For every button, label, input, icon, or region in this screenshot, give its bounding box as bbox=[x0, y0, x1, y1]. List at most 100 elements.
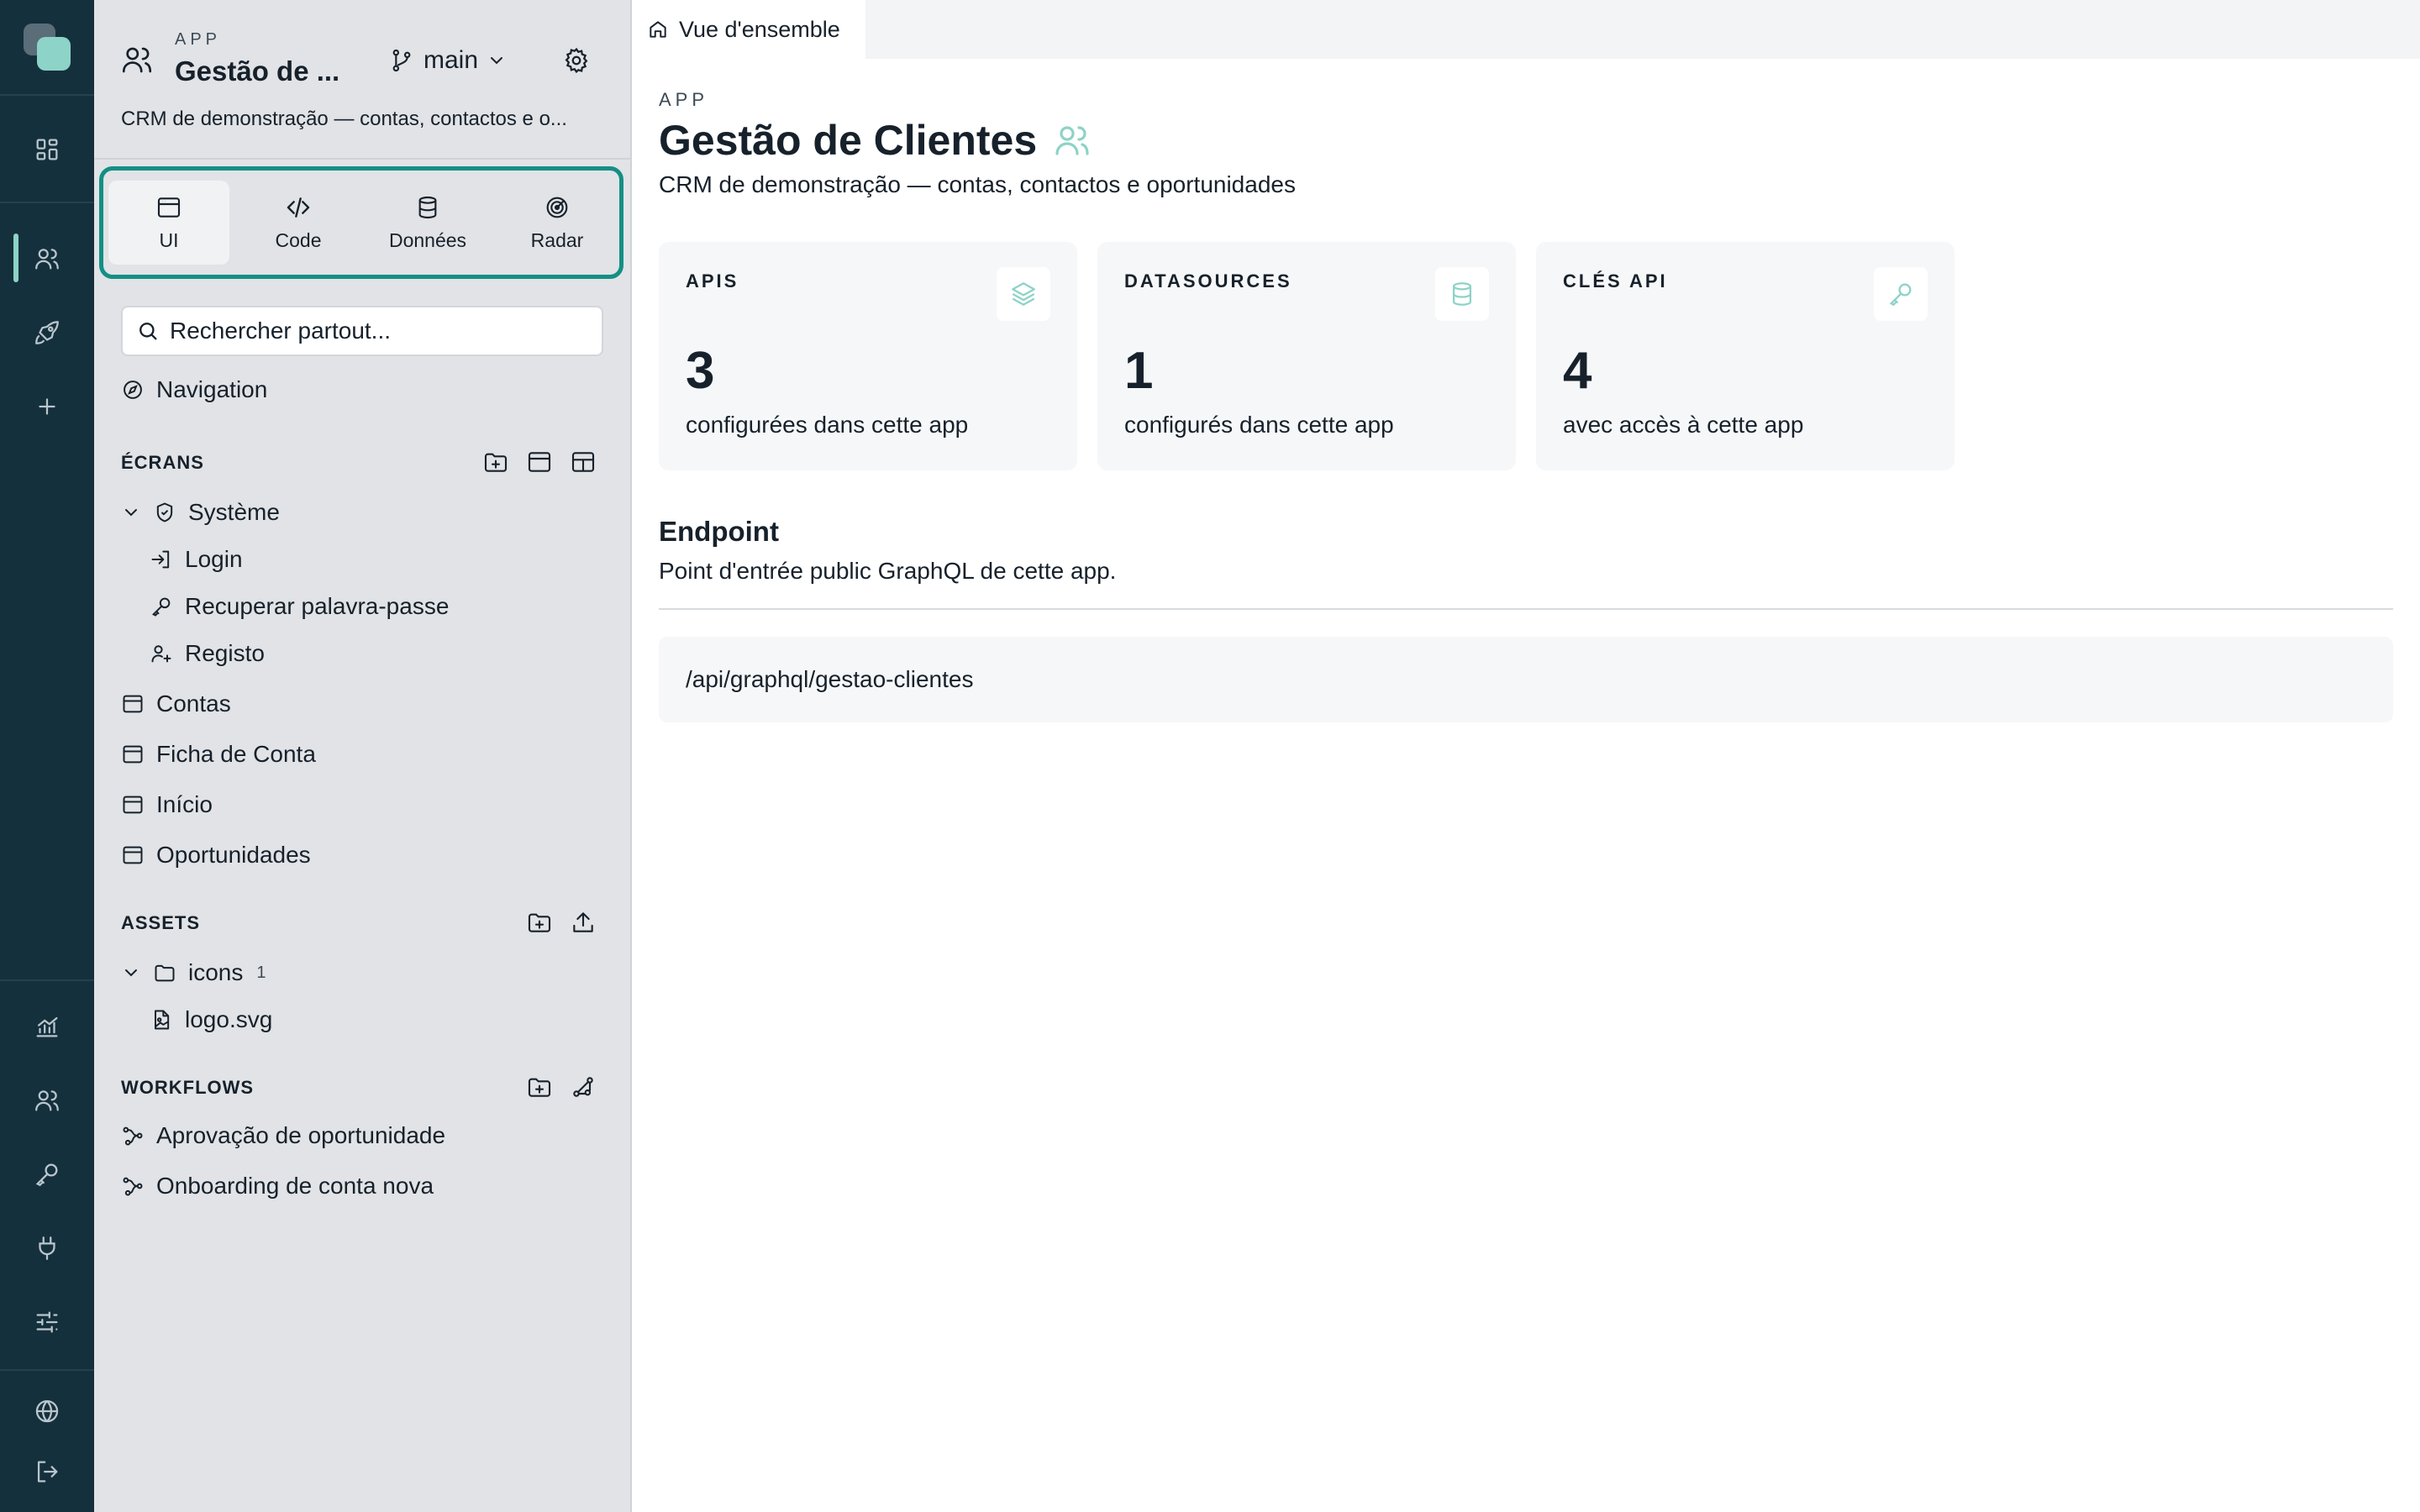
workflow-label: Onboarding de conta nova bbox=[156, 1173, 434, 1199]
app-rail bbox=[0, 0, 94, 1512]
logo[interactable] bbox=[24, 24, 71, 71]
screen-label: Oportunidades bbox=[156, 842, 311, 868]
rail-divider bbox=[0, 979, 94, 981]
screen-item-ficha-de-conta[interactable]: Ficha de Conta bbox=[121, 741, 316, 768]
stat-card-value: 4 bbox=[1563, 342, 1592, 400]
screen-item-oportunidades[interactable]: Oportunidades bbox=[121, 842, 311, 869]
screens-section-title: ÉCRANS bbox=[121, 452, 204, 473]
rail-active-indicator bbox=[13, 234, 18, 282]
workflow-item-aprovacao[interactable]: Aprovação de oportunidade bbox=[121, 1122, 445, 1149]
tab-code[interactable]: Code bbox=[238, 181, 359, 265]
stat-card-apis[interactable]: APIS 3 configurées dans cette app bbox=[659, 242, 1077, 470]
screen-item-contas[interactable]: Contas bbox=[121, 690, 231, 717]
tab-label: Radar bbox=[530, 228, 584, 251]
workflow-icon[interactable] bbox=[570, 1074, 597, 1100]
tab-ui[interactable]: UI bbox=[108, 181, 229, 265]
search-input[interactable] bbox=[170, 318, 590, 344]
folder-label: icons bbox=[188, 959, 244, 985]
radar-icon bbox=[546, 197, 568, 218]
new-folder-icon[interactable] bbox=[482, 449, 509, 475]
key-icon bbox=[151, 597, 171, 617]
navigation-item[interactable]: Navigation bbox=[121, 376, 267, 403]
chevron-down-icon bbox=[491, 57, 503, 65]
screen-item-login[interactable]: Login bbox=[150, 546, 243, 573]
workflows-toolbar bbox=[526, 1074, 597, 1100]
page-title-row: Gestão de Clientes bbox=[659, 116, 1092, 165]
stat-card-value: 1 bbox=[1124, 342, 1154, 400]
folder-count-badge: 1 bbox=[256, 963, 266, 982]
page-kicker: APP bbox=[659, 89, 709, 110]
stat-card-label: DATASOURCES bbox=[1124, 270, 1292, 291]
rocket-icon[interactable] bbox=[24, 309, 71, 356]
stat-card-label: APIS bbox=[686, 270, 739, 291]
workflow-label: Aprovação de oportunidade bbox=[156, 1122, 446, 1148]
screen-label: Recuperar palavra-passe bbox=[185, 593, 450, 619]
tab-radar[interactable]: Radar bbox=[497, 181, 618, 265]
chevron-down-icon bbox=[125, 969, 137, 977]
view-tabs: UI Code Données Radar bbox=[99, 166, 623, 279]
tab-label: Données bbox=[388, 228, 467, 251]
screen-icon bbox=[123, 795, 143, 814]
new-screen-icon[interactable] bbox=[526, 449, 553, 475]
endpoint-divider bbox=[659, 608, 2393, 610]
chevron-down-icon bbox=[125, 509, 137, 517]
stat-card-label: CLÉS API bbox=[1563, 270, 1668, 291]
rail-divider bbox=[0, 1369, 94, 1371]
endpoint-subtitle: Point d'entrée public GraphQL de cette a… bbox=[659, 558, 1117, 584]
tab-overview[interactable]: Vue d'ensemble bbox=[632, 0, 865, 59]
endpoint-path[interactable]: /api/graphql/gestao-clientes bbox=[659, 637, 2393, 722]
new-folder-icon[interactable] bbox=[526, 909, 553, 936]
workflow-item-onboarding[interactable]: Onboarding de conta nova bbox=[121, 1173, 434, 1200]
sliders-icon[interactable] bbox=[24, 1299, 71, 1346]
upload-icon[interactable] bbox=[570, 909, 597, 936]
layout-icon[interactable] bbox=[570, 449, 597, 475]
database-icon bbox=[418, 196, 437, 218]
analytics-icon[interactable] bbox=[24, 1003, 71, 1050]
screen-label: Ficha de Conta bbox=[156, 741, 316, 767]
screen-label: Login bbox=[185, 546, 243, 572]
screen-label: Contas bbox=[156, 690, 231, 717]
tab-label: UI bbox=[159, 228, 179, 251]
dashboard-icon[interactable] bbox=[24, 126, 71, 173]
stat-card-caption: configurées dans cette app bbox=[686, 412, 969, 438]
add-icon[interactable] bbox=[24, 383, 71, 430]
gear-icon[interactable] bbox=[558, 42, 595, 79]
window-icon bbox=[157, 197, 181, 218]
branch-name: main bbox=[424, 46, 479, 74]
user-plus-icon bbox=[151, 645, 171, 663]
screen-item-inicio[interactable]: Início bbox=[121, 791, 213, 818]
tab-donnees[interactable]: Données bbox=[367, 181, 488, 265]
app-name[interactable]: Gestão de ... bbox=[175, 55, 339, 87]
group-label: Système bbox=[188, 499, 280, 525]
branch-selector[interactable]: main bbox=[388, 42, 507, 79]
tab-label: Code bbox=[275, 228, 322, 251]
workflows-section-title: WORKFLOWS bbox=[121, 1077, 255, 1098]
stat-card-datasources[interactable]: DATASOURCES 1 configurés dans cette app bbox=[1097, 242, 1516, 470]
screen-item-recuperar[interactable]: Recuperar palavra-passe bbox=[150, 593, 449, 620]
plug-icon[interactable] bbox=[24, 1225, 71, 1272]
key-icon bbox=[1874, 267, 1928, 321]
stat-card-caption: avec accès à cette app bbox=[1563, 412, 1804, 438]
stat-card-api-keys[interactable]: CLÉS API 4 avec accès à cette app bbox=[1536, 242, 1954, 470]
globe-icon[interactable] bbox=[24, 1388, 71, 1435]
shield-icon bbox=[156, 502, 173, 522]
workflow-icon bbox=[123, 1126, 143, 1146]
screens-group-systeme[interactable]: Système bbox=[121, 499, 280, 526]
home-icon bbox=[650, 21, 666, 38]
logout-icon[interactable] bbox=[24, 1448, 71, 1495]
new-folder-icon[interactable] bbox=[526, 1074, 553, 1100]
team-icon[interactable] bbox=[24, 1077, 71, 1124]
layers-icon bbox=[997, 267, 1050, 321]
rail-divider bbox=[0, 202, 94, 203]
stat-card-value: 3 bbox=[686, 342, 715, 400]
compass-icon bbox=[124, 381, 142, 399]
asset-file-logo[interactable]: logo.svg bbox=[150, 1006, 272, 1033]
workflow-icon bbox=[123, 1177, 143, 1196]
asset-folder-icons[interactable]: icons 1 bbox=[121, 959, 266, 986]
key-icon[interactable] bbox=[24, 1151, 71, 1198]
screen-item-registo[interactable]: Registo bbox=[150, 640, 265, 667]
users-icon bbox=[1055, 126, 1089, 155]
users-icon[interactable] bbox=[24, 235, 71, 282]
screen-icon bbox=[123, 846, 143, 864]
endpoint-title: Endpoint bbox=[659, 516, 779, 547]
